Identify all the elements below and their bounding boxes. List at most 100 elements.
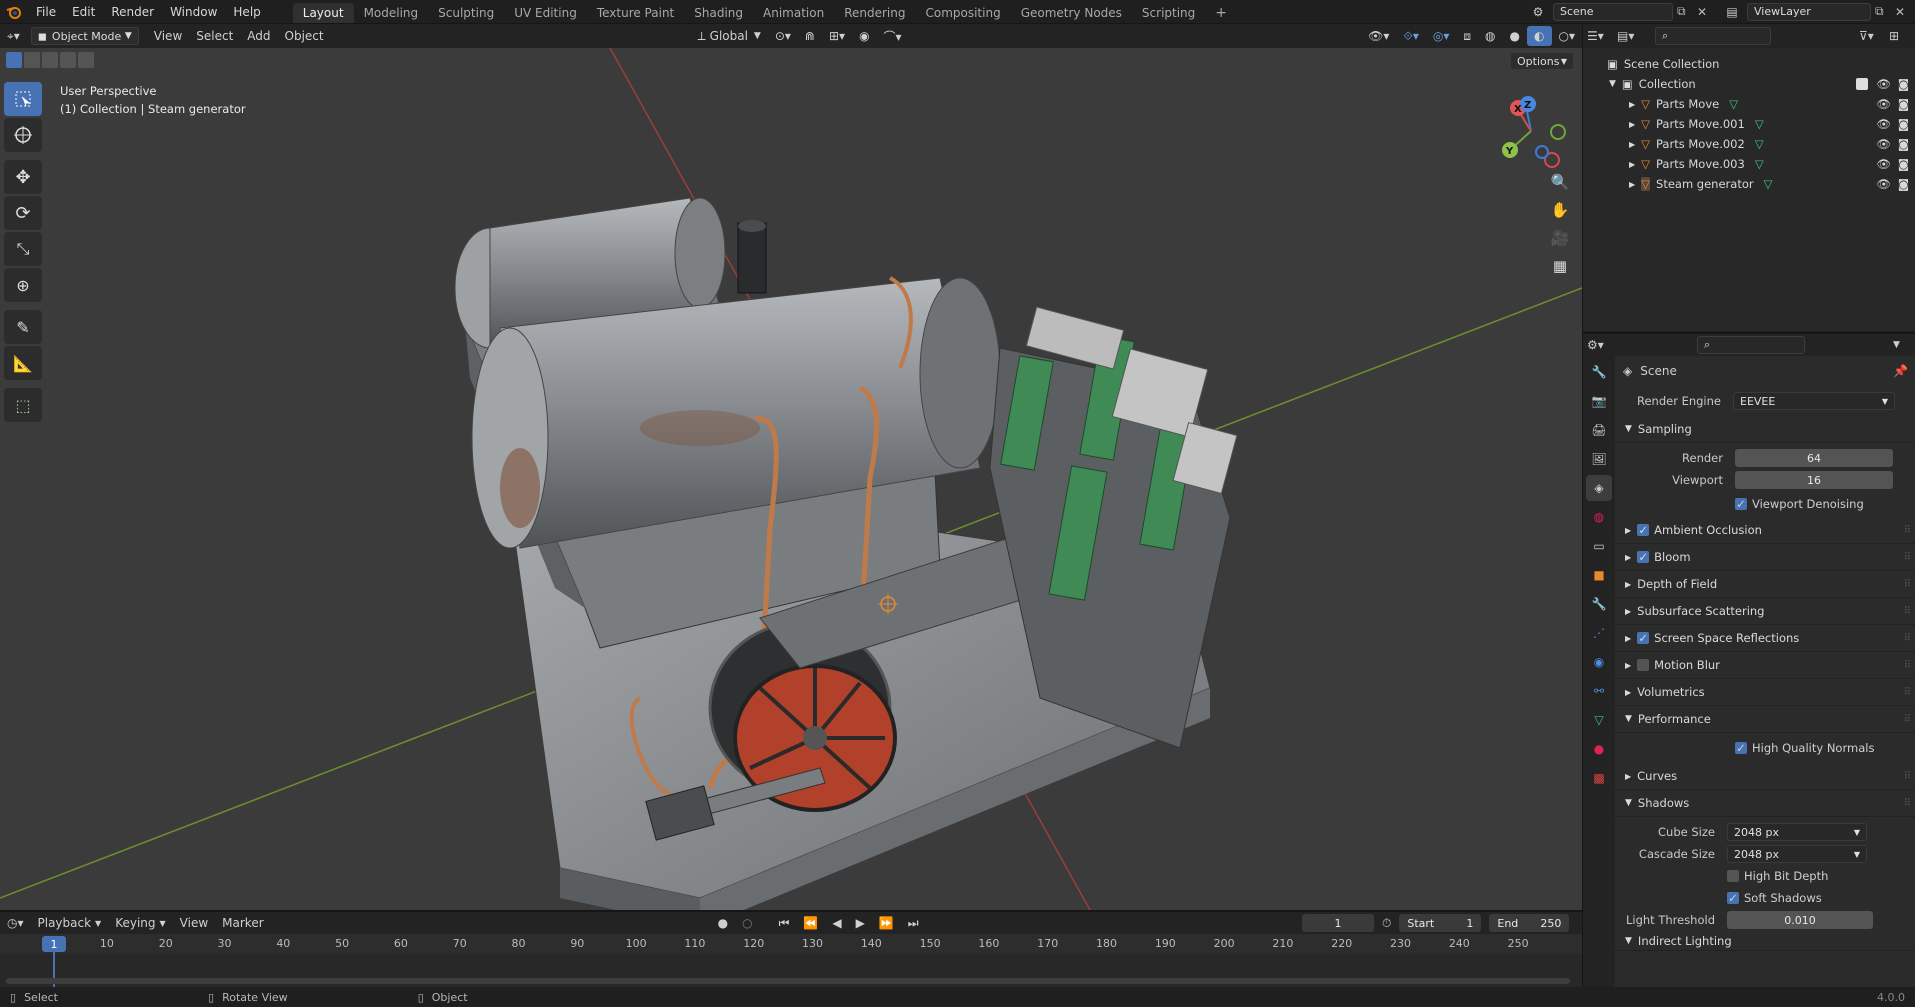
soft-shadows-checkbox[interactable]: ✓ [1727,891,1739,905]
render-engine-dropdown[interactable]: EEVEE ▼ [1733,392,1895,410]
drag-handle-icon[interactable]: ⠿ [1904,579,1911,590]
select-new-icon[interactable] [6,52,22,68]
soft-shadows-row[interactable]: ✓ Soft Shadows [1615,887,1915,909]
camera-render-icon[interactable]: ◙ [1898,157,1909,171]
ambient-occlusion-checkbox[interactable]: ✓ [1637,523,1650,537]
new-collection-icon[interactable]: ⊞ [1889,29,1911,43]
scene-name-field[interactable]: Scene [1553,2,1673,21]
menu-window[interactable]: Window [162,0,225,24]
bloom-checkbox[interactable]: ✓ [1637,550,1650,564]
tab-layout[interactable]: Layout [292,2,354,23]
chevron-down-icon[interactable]: ▼ [1893,340,1911,350]
new-view-layer-icon[interactable]: ⧉ [1875,4,1895,19]
jump-start-icon[interactable]: ⏮ [772,913,797,933]
play-icon[interactable]: ▶ [849,913,872,933]
ssr-checkbox[interactable]: ✓ [1637,631,1650,645]
measure-tool-icon[interactable]: 📐 [4,346,42,380]
select-extend-icon[interactable] [24,52,40,68]
tab-animation[interactable]: Animation [753,3,834,23]
constraints-tab-icon[interactable]: ⚯ [1586,678,1612,704]
transform-orientation-dropdown[interactable]: ⟂ Global ▼ [691,26,768,46]
tab-geometry-nodes[interactable]: Geometry Nodes [1011,3,1132,23]
new-scene-icon[interactable]: ⧉ [1677,4,1697,19]
pin-icon[interactable]: 📌 [1893,364,1908,378]
editor-type-icon[interactable]: ⌖▾ [0,26,27,46]
playback-menu[interactable]: Playback ▼ [31,913,109,933]
viewport-denoise-checkbox[interactable]: ✓ [1735,497,1747,511]
drag-handle-icon[interactable]: ⠿ [1904,798,1911,809]
eye-icon[interactable]: 👁 [1876,177,1891,191]
eye-icon[interactable]: 👁 [1876,117,1891,131]
motion-blur-checkbox[interactable] [1637,659,1650,671]
chevron-down-icon[interactable]: ▼ [1609,79,1616,89]
motion-blur-panel[interactable]: ▶ Motion Blur ⠿ [1615,652,1915,679]
exclude-checkbox[interactable] [1856,78,1868,90]
menu-file[interactable]: File [28,0,64,24]
outliner-item[interactable]: ▶ ▽ Parts Move.001 ▽ 👁 ◙ [1583,114,1915,134]
properties-editor-icon[interactable]: ⚙▾ [1587,338,1617,352]
navigation-gizmo[interactable]: Y X Z [1488,88,1574,174]
outliner-collection[interactable]: ▼ ▣ Collection 👁 ◙ [1583,74,1915,94]
select-intersect-icon[interactable] [78,52,94,68]
falloff-icon[interactable]: ⌒▾ [877,26,909,46]
modifier-tab-icon[interactable]: 🔧 [1586,591,1612,617]
mode-dropdown[interactable]: ◼ Object Mode ▼ [30,27,139,45]
outliner-search-input[interactable]: ⌕ [1655,27,1771,45]
tab-modeling[interactable]: Modeling [354,3,429,23]
high-bit-depth-row[interactable]: High Bit Depth [1615,865,1915,887]
drag-handle-icon[interactable]: ⠿ [1904,606,1911,617]
tab-sculpting[interactable]: Sculpting [428,3,504,23]
ambient-occlusion-panel[interactable]: ▶ ✓ Ambient Occlusion ⠿ [1615,517,1915,544]
texture-tab-icon[interactable]: ▩ [1586,765,1612,791]
display-mode-icon[interactable]: ▤▾ [1617,29,1647,43]
timeline-editor-icon[interactable]: ◷▾ [0,913,31,933]
xray-icon[interactable]: ⧈ [1456,26,1478,46]
eye-icon[interactable]: 👁 [1876,157,1891,171]
drag-handle-icon[interactable]: ⠿ [1904,552,1911,563]
eye-icon[interactable]: 👁 [1876,137,1891,151]
world-tab-icon[interactable]: ◍ [1586,504,1612,530]
select-box-tool-icon[interactable] [4,82,42,116]
particles-tab-icon[interactable]: ⋰ [1586,620,1612,646]
volumetrics-panel[interactable]: ▶ Volumetrics ⠿ [1615,679,1915,706]
menu-edit[interactable]: Edit [64,0,103,24]
outliner-item[interactable]: ▶ ▽ Steam generator ▽ 👁 ◙ [1583,174,1915,194]
material-shading-icon[interactable]: ◐ [1527,26,1552,46]
end-frame-field[interactable]: End 250 [1489,914,1570,932]
menu-view[interactable]: View [147,26,189,46]
eye-icon[interactable]: 👁 [1876,77,1891,91]
shadows-panel-header[interactable]: ▼ Shadows ⠿ [1615,790,1915,817]
physics-tab-icon[interactable]: ◉ [1586,649,1612,675]
chevron-right-icon[interactable]: ▶ [1629,120,1635,129]
proportional-edit-icon[interactable]: ◉ [852,26,876,46]
drag-handle-icon[interactable]: ⠿ [1904,771,1911,782]
cursor-tool-icon[interactable] [4,118,42,152]
visibility-icon[interactable]: 👁▾ [1361,26,1396,46]
select-invert-icon[interactable] [60,52,76,68]
subsurface-scattering-panel[interactable]: ▶ Subsurface Scattering ⠿ [1615,598,1915,625]
3d-viewport[interactable]: User Perspective (1) Collection | Steam … [0,48,1582,910]
hq-normals-checkbox[interactable]: ✓ [1735,741,1747,755]
viewport-samples-field[interactable]: 16 [1735,471,1893,489]
data-tab-icon[interactable]: ▽ [1586,707,1612,733]
camera-render-icon[interactable]: ◙ [1898,137,1909,151]
rendered-shading-icon[interactable]: ○▾ [1552,26,1583,46]
outliner-item[interactable]: ▶ ▽ Parts Move ▽ 👁 ◙ [1583,94,1915,114]
ssr-panel[interactable]: ▶ ✓ Screen Space Reflections ⠿ [1615,625,1915,652]
scene-selector-icon[interactable]: ⚙ [1523,2,1553,22]
timeline-scrollbar[interactable] [6,978,1570,984]
delete-scene-icon[interactable]: ✕ [1697,5,1717,19]
curves-panel[interactable]: ▶ Curves ⠿ [1615,763,1915,790]
clock-icon[interactable]: ⏱ [1382,916,1391,931]
add-cube-tool-icon[interactable]: ⬚ [4,388,42,422]
marker-menu[interactable]: Marker [215,913,270,933]
delete-view-layer-icon[interactable]: ✕ [1895,5,1915,19]
chevron-right-icon[interactable]: ▶ [1629,160,1635,169]
jump-end-icon[interactable]: ⏭ [901,913,926,933]
material-tab-icon[interactable]: ● [1586,736,1612,762]
transform-tool-icon[interactable]: ⊕ [4,268,42,302]
view-layer-field[interactable]: ViewLayer [1747,2,1871,21]
drag-handle-icon[interactable]: ⠿ [1904,633,1911,644]
select-subtract-icon[interactable] [42,52,58,68]
menu-select[interactable]: Select [189,26,240,46]
